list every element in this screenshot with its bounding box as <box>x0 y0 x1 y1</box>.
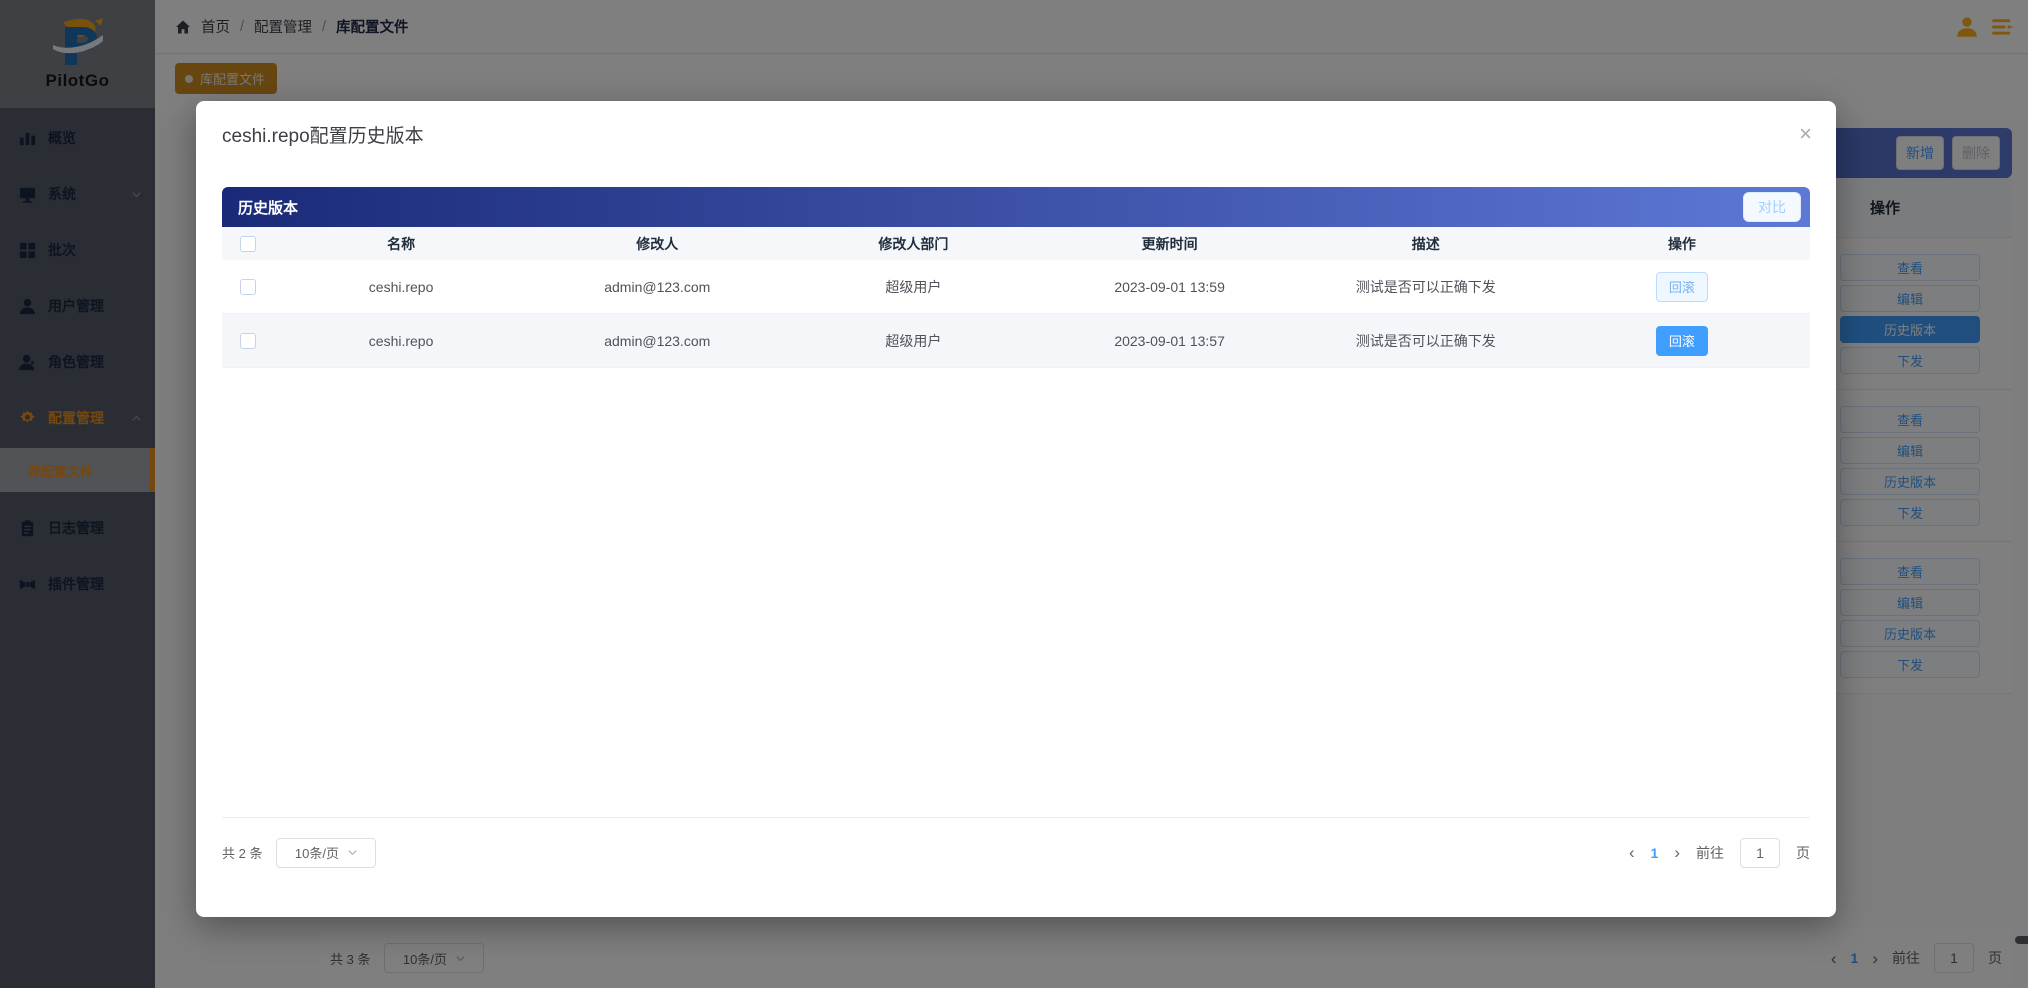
screen: PilotGo 概览 系统 批次 用户管理 <box>0 0 2028 988</box>
history-table-header: 名称 修改人 修改人部门 更新时间 描述 操作 <box>222 227 1810 260</box>
chevron-down-icon <box>347 847 358 858</box>
cell-dept: 超级用户 <box>785 277 1041 297</box>
col-header-operation: 操作 <box>1554 234 1810 254</box>
col-header-name: 名称 <box>273 234 529 254</box>
col-header-desc: 描述 <box>1298 234 1554 254</box>
history-row: ceshi.repo admin@123.com 超级用户 2023-09-01… <box>222 260 1810 314</box>
cell-editor: admin@123.com <box>529 279 785 295</box>
goto-label: 前往 <box>1696 843 1724 863</box>
row-checkbox[interactable] <box>240 333 256 349</box>
history-table: 名称 修改人 修改人部门 更新时间 描述 操作 ceshi.repo admin… <box>222 227 1810 368</box>
row-checkbox[interactable] <box>240 279 256 295</box>
col-header-dept: 修改人部门 <box>785 234 1041 254</box>
page-size-value: 10条/页 <box>295 843 339 862</box>
cell-updated: 2023-09-01 13:59 <box>1042 279 1298 295</box>
cell-editor: admin@123.com <box>529 333 785 349</box>
total-count: 共 2 条 <box>222 843 262 862</box>
cell-name: ceshi.repo <box>273 333 529 349</box>
page-unit-label: 页 <box>1796 843 1810 863</box>
panel-title: 历史版本 <box>222 197 298 218</box>
cell-dept: 超级用户 <box>785 331 1041 351</box>
history-panel-header: 历史版本 对比 <box>222 187 1810 227</box>
col-header-updated: 更新时间 <box>1042 234 1298 254</box>
rollback-button[interactable]: 回滚 <box>1656 326 1708 356</box>
cell-desc: 测试是否可以正确下发 <box>1298 331 1554 351</box>
goto-page-input[interactable]: 1 <box>1740 838 1780 868</box>
pager-controls: ‹ 1 › 前往 1 页 <box>1629 838 1810 868</box>
cell-name: ceshi.repo <box>273 279 529 295</box>
prev-page-arrow[interactable]: ‹ <box>1629 844 1635 861</box>
history-row: ceshi.repo admin@123.com 超级用户 2023-09-01… <box>222 314 1810 368</box>
cell-desc: 测试是否可以正确下发 <box>1298 277 1554 297</box>
history-dialog: ceshi.repo配置历史版本 × 历史版本 对比 名称 修改人 修改人部门 … <box>196 101 1836 917</box>
dialog-pagination: 共 2 条 10条/页 ‹ 1 › 前往 1 页 <box>222 817 1810 887</box>
next-page-arrow[interactable]: › <box>1674 844 1680 861</box>
select-all-checkbox[interactable] <box>240 236 256 252</box>
page-number[interactable]: 1 <box>1651 845 1659 861</box>
close-icon[interactable]: × <box>1799 123 1812 145</box>
col-header-editor: 修改人 <box>529 234 785 254</box>
dialog-title: ceshi.repo配置历史版本 <box>222 121 424 148</box>
cell-updated: 2023-09-01 13:57 <box>1042 333 1298 349</box>
page-size-select[interactable]: 10条/页 <box>276 838 376 868</box>
rollback-button[interactable]: 回滚 <box>1656 272 1708 302</box>
compare-button[interactable]: 对比 <box>1743 192 1801 222</box>
